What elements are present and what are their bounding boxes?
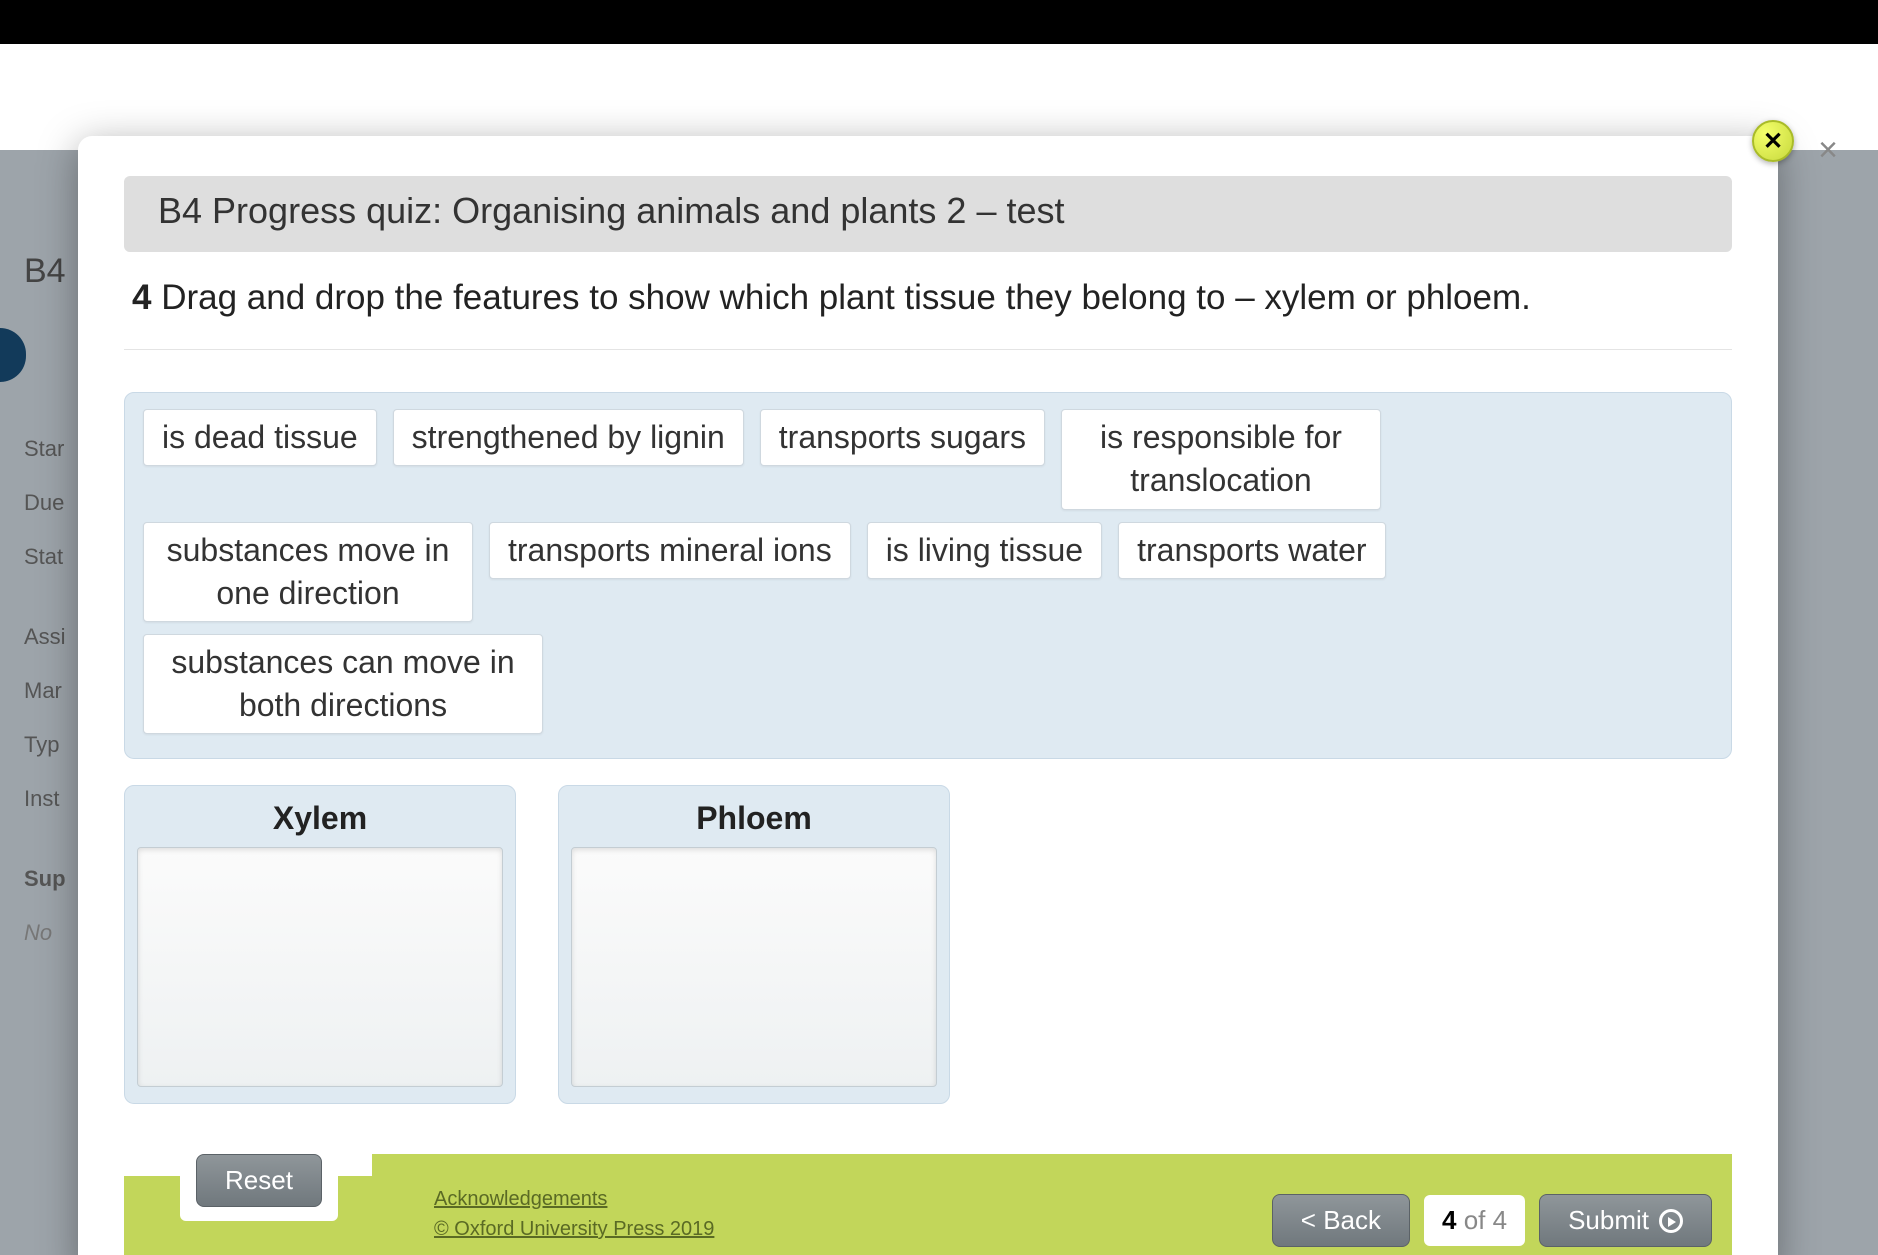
chip[interactable]: is dead tissue [143, 409, 377, 466]
bg-label-no: No [24, 906, 66, 960]
question-text: 4 Drag and drop the features to show whi… [124, 252, 1732, 350]
target-phloem: Phloem [558, 785, 950, 1104]
page-header-white [0, 44, 1878, 150]
bg-label: Inst [24, 772, 66, 826]
submit-label: Submit [1568, 1205, 1649, 1236]
page-indicator: 4 of 4 [1424, 1195, 1525, 1246]
page-current: 4 [1442, 1205, 1456, 1235]
close-modal-button[interactable]: ✕ [1752, 120, 1794, 162]
target-xylem: Xylem [124, 785, 516, 1104]
page-overlay: × B4 Star Due Stat Assi Mar Typ Inst Sup… [0, 44, 1878, 1255]
drop-well-xylem[interactable] [137, 847, 503, 1087]
chip[interactable]: transports mineral ions [489, 522, 851, 579]
bg-label: Mar [24, 664, 66, 718]
quiz-title: B4 Progress quiz: Organising animals and… [124, 176, 1732, 252]
bg-label: Typ [24, 718, 66, 772]
acknowledgements: Acknowledgements © Oxford University Pre… [434, 1184, 714, 1244]
bg-label-sup: Sup [24, 852, 66, 906]
target-title: Phloem [571, 796, 937, 847]
draggable-pool: is dead tissue strengthened by lignin tr… [124, 392, 1732, 759]
ack-link[interactable]: Acknowledgements [434, 1188, 607, 1210]
chip[interactable]: is living tissue [867, 522, 1102, 579]
target-title: Xylem [137, 796, 503, 847]
chip[interactable]: transports water [1118, 522, 1385, 579]
submit-button[interactable]: Submit [1539, 1194, 1712, 1247]
chip[interactable]: substances move in one direction [143, 522, 473, 622]
chip[interactable]: strengthened by lignin [393, 409, 744, 466]
chip[interactable]: is responsible for translocation [1061, 409, 1381, 509]
chip[interactable]: substances can move in both directions [143, 634, 543, 734]
nav-controls: < Back 4 of 4 Submit [1272, 1194, 1712, 1247]
bg-pill [0, 328, 26, 382]
chip[interactable]: transports sugars [760, 409, 1045, 466]
copyright-link[interactable]: © Oxford University Press 2019 [434, 1218, 714, 1240]
bg-b4: B4 [24, 244, 66, 298]
background-close-icon[interactable]: × [1810, 132, 1846, 168]
browser-chrome [0, 0, 1878, 44]
reset-container: Reset [180, 1140, 338, 1221]
drop-targets: Xylem Phloem [124, 785, 1732, 1104]
bg-label: Due [24, 476, 66, 530]
page-total: of 4 [1456, 1205, 1507, 1235]
submit-icon [1659, 1209, 1683, 1233]
reset-button[interactable]: Reset [196, 1154, 322, 1207]
question-number: 4 [132, 278, 151, 317]
quiz-footer: Acknowledgements © Oxford University Pre… [124, 1154, 1732, 1255]
bg-label: Stat [24, 530, 66, 584]
back-button[interactable]: < Back [1272, 1194, 1410, 1247]
bg-label: Star [24, 422, 66, 476]
quiz-modal: ✕ B4 Progress quiz: Organising animals a… [78, 136, 1778, 1255]
question-body: Drag and drop the features to show which… [161, 278, 1531, 317]
footer-bar: Acknowledgements © Oxford University Pre… [124, 1176, 1732, 1255]
drop-well-phloem[interactable] [571, 847, 937, 1087]
background-sidebar: B4 Star Due Stat Assi Mar Typ Inst Sup N… [24, 244, 66, 960]
bg-label: Assi [24, 610, 66, 664]
